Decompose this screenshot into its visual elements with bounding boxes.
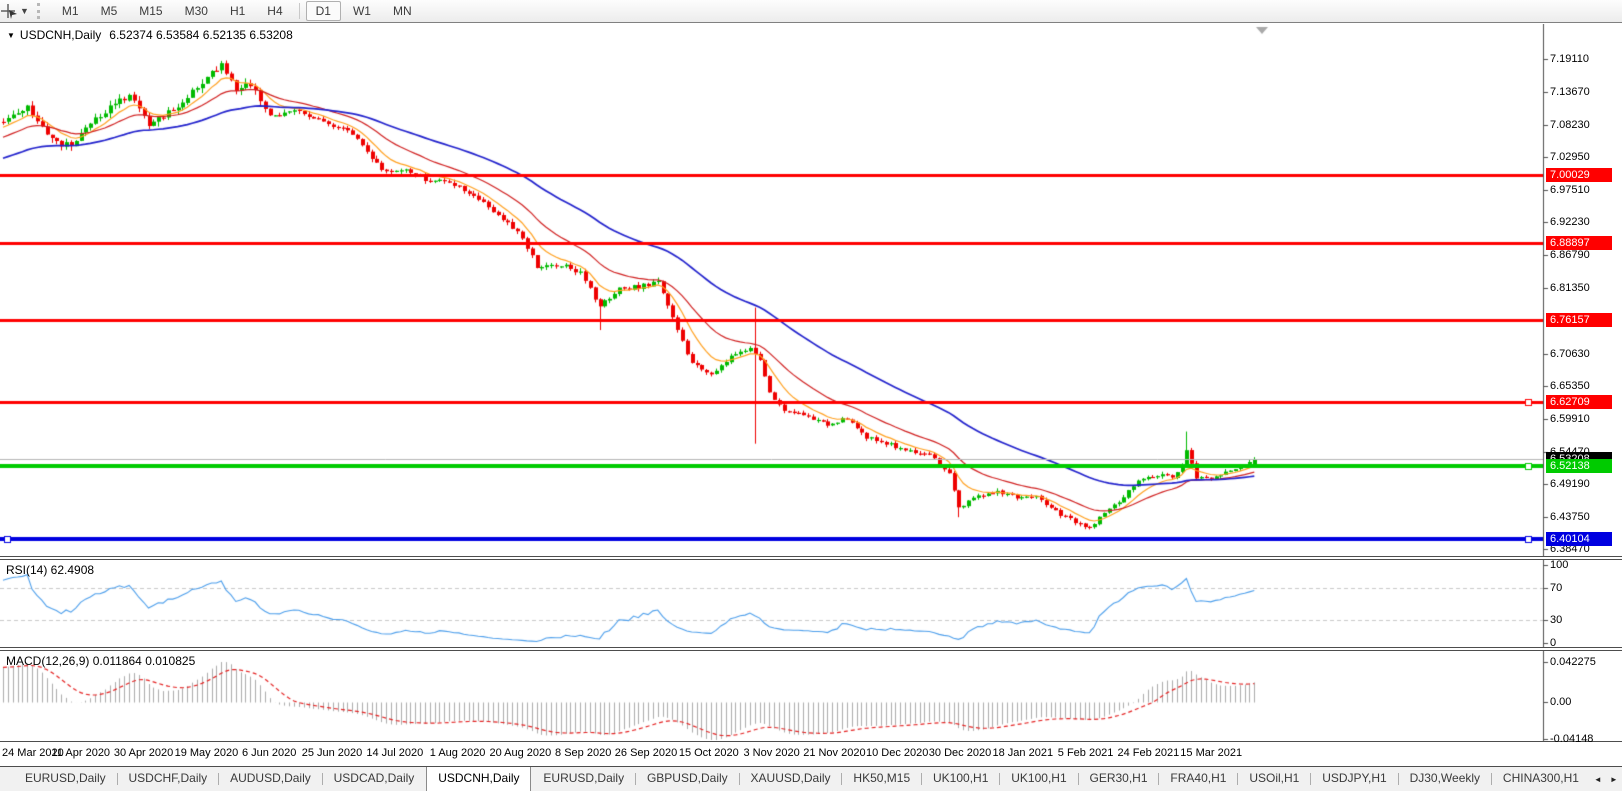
price-pane: ▼ USDCNH,Daily 6.52374 6.53584 6.52135 6.5… <box>0 24 1622 557</box>
level-price-label: 6.40104 <box>1546 532 1612 546</box>
timeframe-button-m5[interactable]: M5 <box>91 1 128 21</box>
timeframe-button-m1[interactable]: M1 <box>52 1 89 21</box>
tab-ger30-h1[interactable]: GER30,H1 <box>1079 767 1159 791</box>
price-axis-tick-label: 6.59910 <box>1550 413 1620 425</box>
chart-dropdown-icon[interactable]: ▼ <box>7 31 15 40</box>
tab-gbpusd-daily[interactable]: GBPUSD,Daily <box>636 767 739 791</box>
mt4-terminal: ▼ M1M5M15M30H1H4 D1W1MN ▼ USDCNH,Daily 6.52… <box>0 0 1622 791</box>
price-axis-tick-label: 6.86790 <box>1550 249 1620 261</box>
tab-eurusd-daily[interactable]: EURUSD,Daily <box>532 767 635 791</box>
time-axis-label: 20 Aug 2020 <box>489 747 551 759</box>
time-axis-label: 30 Apr 2020 <box>114 747 173 759</box>
rsi-indicator-label: RSI(14) 62.4908 <box>6 563 94 577</box>
price-axis-tick-label: 6.43750 <box>1550 511 1620 523</box>
time-axis-label: 14 Jul 2020 <box>366 747 423 759</box>
tab-fra40-h1[interactable]: FRA40,H1 <box>1159 767 1237 791</box>
price-axis-tick-label: 6.49190 <box>1550 478 1620 490</box>
macd-indicator-label: MACD(12,26,9) 0.011864 0.010825 <box>6 654 195 668</box>
rsi-axis-label: 70 <box>1550 582 1620 594</box>
macd-axis-label: 0.00 <box>1550 696 1620 708</box>
tab-usdjpy-h1[interactable]: USDJPY,H1 <box>1311 767 1397 791</box>
timeframe-button-mn[interactable]: MN <box>383 1 422 21</box>
time-axis-label: 25 Jun 2020 <box>302 747 363 759</box>
tab-usdcnh-daily[interactable]: USDCNH,Daily <box>426 767 531 791</box>
price-axis-tick-label: 6.81350 <box>1550 282 1620 294</box>
time-axis-label: 15 Mar 2021 <box>1180 747 1242 759</box>
time-axis-label: 24 Feb 2021 <box>1118 747 1180 759</box>
chart-symbol-period: USDCNH,Daily <box>20 28 101 42</box>
tab-uk100-h1[interactable]: UK100,H1 <box>922 767 999 791</box>
rsi-axis-label: 100 <box>1550 559 1620 571</box>
toolbar-separator <box>299 3 300 19</box>
tab-xauusd-daily[interactable]: XAUUSD,Daily <box>740 767 842 791</box>
chart-tab-bar: EURUSD,DailyUSDCHF,DailyAUDUSD,DailyUSDC… <box>0 766 1622 791</box>
time-axis-label: 6 Jun 2020 <box>242 747 296 759</box>
rsi-canvas[interactable] <box>0 560 1622 647</box>
tab-hk50-m15[interactable]: HK50,M15 <box>842 767 921 791</box>
tab-audusd-daily[interactable]: AUDUSD,Daily <box>219 767 322 791</box>
price-axis-tick-label: 7.08230 <box>1550 119 1620 131</box>
tab-dj30-weekly[interactable]: DJ30,Weekly <box>1399 767 1491 791</box>
timeframe-button-w1[interactable]: W1 <box>343 1 381 21</box>
macd-axis-label: -0.04148 <box>1550 733 1620 745</box>
tab-uk100-h1[interactable]: UK100,H1 <box>1000 767 1077 791</box>
level-price-label: 6.88897 <box>1546 236 1612 250</box>
time-axis-label: 8 Sep 2020 <box>555 747 611 759</box>
time-axis-label: 21 Nov 2020 <box>803 747 865 759</box>
time-axis-label: 11 Apr 2020 <box>52 747 111 759</box>
price-axis-tick-label: 6.92230 <box>1550 216 1620 228</box>
chart-ohlc-values: 6.52374 6.53584 6.52135 6.53208 <box>109 28 293 42</box>
macd-canvas[interactable] <box>0 651 1622 741</box>
macd-pane: MACD(12,26,9) 0.011864 0.010825 <box>0 650 1622 742</box>
tab-eurusd-daily[interactable]: EURUSD,Daily <box>14 767 117 791</box>
price-axis-tick-label: 7.19110 <box>1550 53 1620 65</box>
time-axis-label: 3 Nov 2020 <box>743 747 799 759</box>
timeframe-button-d1[interactable]: D1 <box>306 1 341 21</box>
top-toolbar: ▼ M1M5M15M30H1H4 D1W1MN <box>0 0 1622 23</box>
time-axis-label: 5 Feb 2021 <box>1058 747 1114 759</box>
timeframe-toolbar: M1M5M15M30H1H4 D1W1MN <box>51 1 423 21</box>
crosshair-glyph <box>0 3 18 19</box>
timeframe-button-m15[interactable]: M15 <box>129 1 172 21</box>
tab-usdchf-daily[interactable]: USDCHF,Daily <box>118 767 219 791</box>
crosshair-tool-icon[interactable] <box>0 3 18 19</box>
time-axis-label: 1 Aug 2020 <box>430 747 486 759</box>
time-axis-label: 19 May 2020 <box>175 747 239 759</box>
price-axis-tick-label: 6.65350 <box>1550 380 1620 392</box>
level-price-label: 6.76157 <box>1546 313 1612 327</box>
level-price-label: 6.52138 <box>1546 459 1612 473</box>
timeframe-button-h4[interactable]: H4 <box>257 1 292 21</box>
price-axis-tick-label: 6.70630 <box>1550 348 1620 360</box>
time-axis-label: 30 Dec 2020 <box>929 747 991 759</box>
tab-bar-left-pad <box>0 767 14 791</box>
time-axis-label: 10 Dec 2020 <box>866 747 928 759</box>
price-chart-canvas[interactable] <box>0 24 1622 556</box>
timeframe-button-h1[interactable]: H1 <box>220 1 255 21</box>
toolbar-grip[interactable] <box>37 3 45 19</box>
level-price-label: 6.62709 <box>1546 395 1612 409</box>
price-axis-tick-label: 6.97510 <box>1550 184 1620 196</box>
tool-dropdown-caret[interactable]: ▼ <box>20 6 29 16</box>
tab-china300-h1[interactable]: CHINA300,H1 <box>1492 767 1590 791</box>
rsi-pane: RSI(14) 62.4908 <box>0 559 1622 648</box>
price-axis-tick-label: 7.13670 <box>1550 86 1620 98</box>
time-axis-label: 18 Jan 2021 <box>993 747 1054 759</box>
rsi-axis-label: 30 <box>1550 614 1620 626</box>
tab-usdcad-daily[interactable]: USDCAD,Daily <box>323 767 426 791</box>
time-axis[interactable]: 24 Mar 202011 Apr 202030 Apr 202019 May … <box>0 742 1622 766</box>
price-axis-tick-label: 7.02950 <box>1550 151 1620 163</box>
macd-axis-label: 0.042275 <box>1550 656 1620 668</box>
level-price-label: 7.00029 <box>1546 168 1612 182</box>
tab-scroll-right-icon[interactable]: ► <box>1606 767 1622 791</box>
chart-title: ▼ USDCNH,Daily 6.52374 6.53584 6.52135 6.5… <box>7 28 293 42</box>
tab-scroll-left-icon[interactable]: ◄ <box>1590 767 1606 791</box>
time-axis-label: 15 Oct 2020 <box>679 747 739 759</box>
timeframe-button-m30[interactable]: M30 <box>175 1 218 21</box>
rsi-axis-label: 0 <box>1550 637 1620 649</box>
tab-usoil-h1[interactable]: USOil,H1 <box>1238 767 1310 791</box>
time-axis-label: 26 Sep 2020 <box>615 747 677 759</box>
